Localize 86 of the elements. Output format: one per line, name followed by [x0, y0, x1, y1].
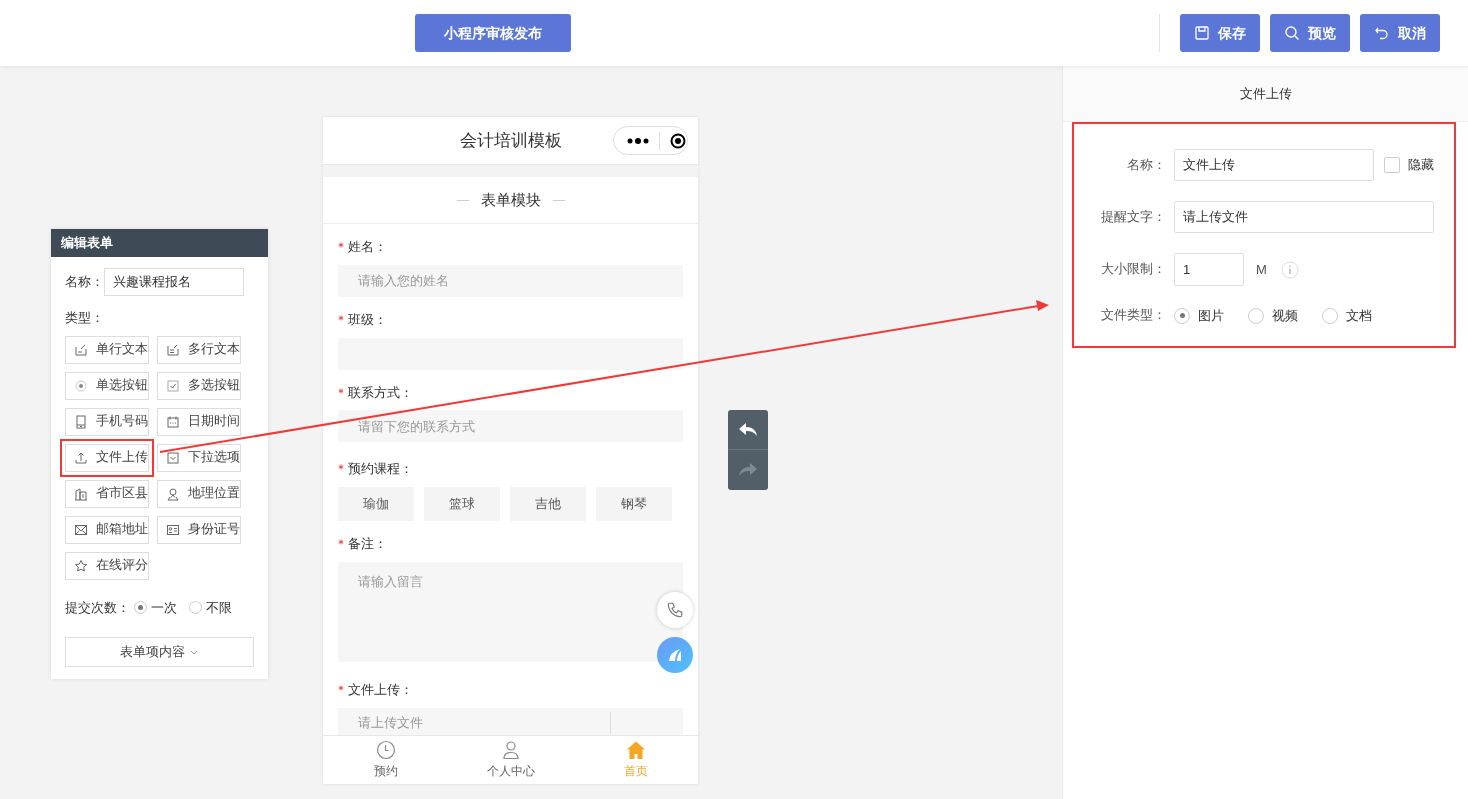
mobile-type-button[interactable]: 手机号码: [65, 407, 149, 436]
message-textarea[interactable]: 请输入留言: [338, 561, 683, 662]
checkbox-type-button[interactable]: 多选按钮: [157, 371, 241, 400]
panel-title: 文件上传: [1239, 84, 1292, 103]
radio-type-button[interactable]: 单选按钮: [65, 371, 149, 400]
cancel-button[interactable]: 取消: [1360, 14, 1440, 52]
preview-button[interactable]: 预览: [1270, 14, 1350, 52]
undo-icon: [1374, 25, 1390, 41]
envelope-icon: [74, 522, 88, 537]
unit-label: M: [1256, 260, 1267, 279]
calendar-icon: [166, 414, 180, 429]
radio-option[interactable]: 视频: [1248, 306, 1298, 326]
person-icon: [500, 740, 521, 760]
radio-option[interactable]: 一次: [134, 597, 177, 617]
dropdown-type-button[interactable]: 下拉选项: [157, 443, 241, 472]
chat-button[interactable]: [657, 637, 693, 673]
panel-title: 编辑表单: [51, 229, 268, 257]
name-input[interactable]: 文件上传: [1174, 149, 1374, 181]
option-chip[interactable]: 瑜伽: [338, 487, 414, 521]
field-label: 班级：: [348, 311, 387, 329]
phone-icon: [666, 601, 684, 619]
idcard-type-button[interactable]: 身份证号: [157, 515, 241, 544]
save-icon: [1194, 25, 1210, 41]
single-text-type-button[interactable]: 单行文本: [65, 335, 149, 364]
field-label: 提醒文字：: [1100, 208, 1166, 226]
location-type-button[interactable]: 地理位置: [157, 479, 241, 508]
field-label: 类型：: [65, 310, 104, 325]
multiline-icon: [166, 342, 180, 357]
field-label: 大小限制：: [1100, 261, 1166, 279]
option-chip[interactable]: 篮球: [424, 487, 500, 521]
info-icon: [1280, 260, 1299, 279]
radio-option[interactable]: 文档: [1322, 306, 1372, 326]
text-field-icon: [74, 342, 88, 357]
publish-button[interactable]: 小程序审核发布: [415, 14, 571, 52]
call-button[interactable]: [657, 592, 693, 628]
option-chip[interactable]: 吉他: [510, 487, 586, 521]
buildings-icon: [74, 486, 88, 501]
field-label: 名称：: [1126, 156, 1166, 174]
rating-type-button[interactable]: 在线评分: [65, 551, 149, 580]
multi-text-type-button[interactable]: 多行文本: [157, 335, 241, 364]
size-input[interactable]: 1: [1174, 253, 1244, 286]
sail-icon: [666, 646, 684, 664]
redo-arrow-icon: [738, 462, 758, 478]
mobile-icon: [74, 414, 88, 429]
email-type-button[interactable]: 邮箱地址: [65, 515, 149, 544]
region-type-button[interactable]: 省市区县: [65, 479, 149, 508]
text-input[interactable]: 请留下您的联系方式: [338, 410, 683, 443]
field-label: 联系方式：: [348, 384, 413, 402]
field-label: 名称：: [65, 273, 104, 292]
undo-arrow-icon: [738, 421, 758, 438]
option-chip[interactable]: 钢琴: [596, 487, 672, 521]
radio-icon: [74, 378, 88, 393]
name-input[interactable]: 兴趣课程报名: [104, 268, 244, 296]
hide-checkbox[interactable]: 隐藏: [1384, 155, 1434, 175]
chevron-down-icon: [189, 648, 199, 657]
text-input[interactable]: [338, 337, 683, 370]
field-label: 姓名：: [348, 239, 387, 256]
field-label: 文件类型：: [1100, 307, 1166, 325]
radio-option[interactable]: 不限: [189, 597, 232, 617]
search-icon: [1284, 25, 1300, 41]
target-icon: [670, 132, 686, 149]
upload-type-button[interactable]: 文件上传: [65, 443, 149, 472]
location-pin-icon: [166, 486, 180, 501]
section-title: 表单模块: [480, 189, 541, 210]
text-input[interactable]: 请输入您的姓名: [338, 264, 683, 297]
person-tab[interactable]: 个人中心: [448, 736, 573, 784]
save-button[interactable]: 保存: [1180, 14, 1260, 52]
radio-option[interactable]: 图片: [1174, 306, 1224, 326]
star-icon: [74, 558, 88, 573]
id-card-icon: [166, 522, 180, 537]
home-icon: [625, 740, 646, 760]
clock-tab[interactable]: 预约: [323, 736, 448, 784]
field-label: 备注：: [348, 536, 387, 553]
upload-icon: [74, 450, 88, 465]
hint-input[interactable]: 请上传文件: [1174, 201, 1434, 233]
field-label: 文件上传：: [348, 682, 413, 700]
form-items-dropdown[interactable]: 表单项内容: [65, 637, 254, 667]
placeholder-text: 请上传文件: [358, 714, 423, 733]
field-label: 预约课程：: [348, 461, 413, 479]
page-title: 会计培训模板: [459, 129, 562, 152]
clock-icon: [375, 740, 396, 760]
field-label: 提交次数：: [65, 598, 130, 617]
checkbox-icon: [166, 378, 180, 393]
more-icon: [627, 137, 649, 144]
dropdown-icon: [166, 450, 180, 465]
datetime-type-button[interactable]: 日期时间: [157, 407, 241, 436]
